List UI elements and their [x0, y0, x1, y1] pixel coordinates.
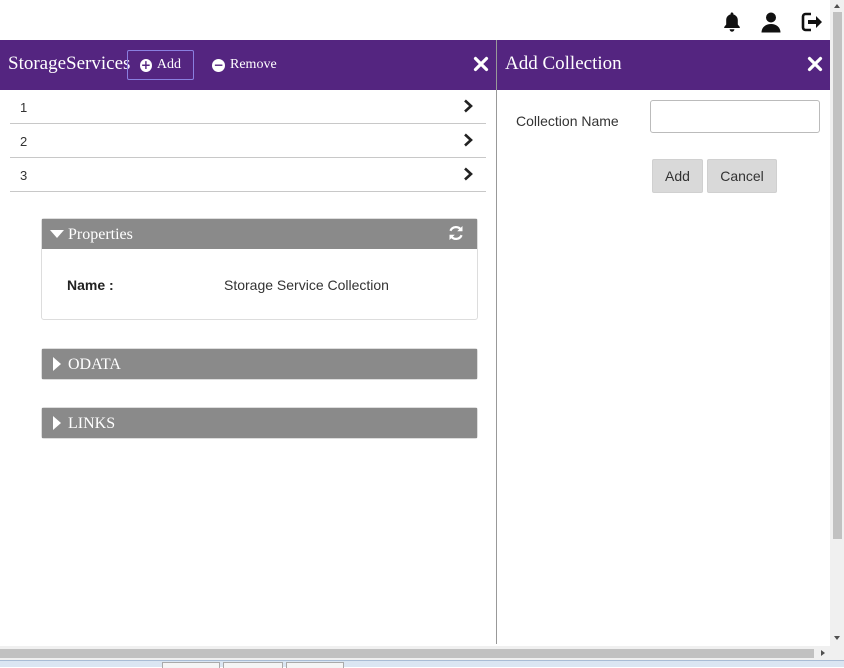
storage-services-panel: StorageServices + Add − Remove 1 2 3 Pro…: [0, 40, 496, 644]
scroll-down-icon[interactable]: [830, 632, 844, 644]
list-item[interactable]: 1: [10, 90, 486, 124]
plus-circle-icon: +: [140, 58, 152, 72]
scroll-up-icon[interactable]: [830, 0, 844, 12]
add-collection-panel: Add Collection Collection Name Add Cance…: [497, 40, 830, 644]
scroll-right-icon[interactable]: [817, 647, 829, 659]
bell-icon[interactable]: [720, 10, 744, 34]
chevron-right-icon: [464, 167, 473, 181]
horizontal-scroll-thumb[interactable]: [0, 649, 814, 658]
list-item-label: 1: [20, 100, 28, 115]
chevron-right-icon: [464, 133, 473, 147]
list-item-label: 2: [20, 134, 28, 149]
panel-header: Add Collection: [497, 40, 830, 90]
panel-title: StorageServices: [8, 53, 131, 74]
list-item[interactable]: 2: [10, 124, 486, 158]
links-header[interactable]: LINKS: [42, 408, 477, 438]
refresh-icon[interactable]: [447, 224, 465, 242]
properties-body: Name : Storage Service Collection: [42, 249, 477, 319]
taskbar-tab[interactable]: [162, 662, 220, 668]
vertical-scroll-thumb[interactable]: [833, 12, 842, 539]
odata-title: ODATA: [68, 356, 121, 373]
list-item-label: 3: [20, 168, 28, 183]
properties-title: Properties: [68, 226, 133, 243]
caret-right-icon: [53, 357, 61, 371]
cancel-button[interactable]: Cancel: [707, 159, 777, 193]
caret-down-icon: [50, 230, 64, 238]
collection-name-input[interactable]: [650, 100, 820, 133]
list-item[interactable]: 3: [10, 158, 486, 192]
close-icon[interactable]: [805, 54, 825, 74]
caret-right-icon: [53, 416, 61, 430]
chevron-right-icon: [464, 99, 473, 113]
odata-section: ODATA: [41, 348, 478, 380]
minus-circle-icon: −: [212, 58, 225, 72]
panel-title: Add Collection: [505, 53, 622, 74]
name-label: Name :: [67, 277, 114, 293]
remove-button[interactable]: − Remove: [200, 50, 289, 80]
taskbar-tab[interactable]: [223, 662, 283, 668]
taskbar-tab[interactable]: [286, 662, 344, 668]
add-button[interactable]: + Add: [127, 50, 194, 80]
vertical-scrollbar[interactable]: [830, 0, 844, 646]
panel-header: StorageServices + Add − Remove: [0, 40, 496, 90]
user-icon[interactable]: [759, 10, 783, 34]
properties-section: Properties Name : Storage Service Collec…: [41, 218, 478, 320]
add-button[interactable]: Add: [652, 159, 703, 193]
horizontal-scrollbar[interactable]: [0, 646, 830, 660]
scrollbar-corner: [830, 646, 844, 660]
close-icon[interactable]: [471, 54, 491, 74]
top-bar: [0, 0, 830, 40]
add-button-label: Add: [156, 57, 181, 72]
name-value: Storage Service Collection: [224, 277, 389, 293]
properties-header[interactable]: Properties: [42, 219, 477, 249]
odata-header[interactable]: ODATA: [42, 349, 477, 379]
links-title: LINKS: [68, 415, 116, 432]
collection-name-label: Collection Name: [516, 113, 619, 129]
collection-list: 1 2 3: [10, 90, 486, 192]
remove-button-label: Remove: [230, 57, 277, 72]
sign-out-icon[interactable]: [800, 10, 824, 34]
links-section: LINKS: [41, 407, 478, 439]
